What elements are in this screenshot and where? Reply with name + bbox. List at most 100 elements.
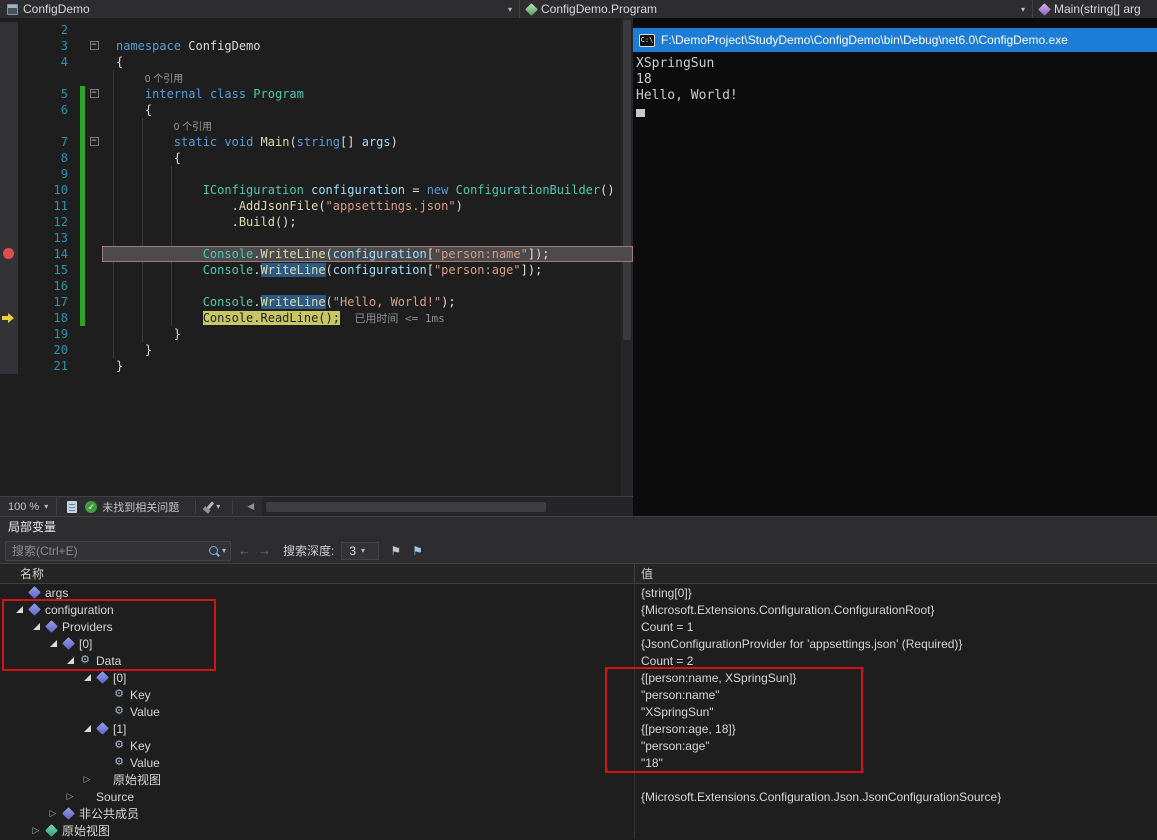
locals-row[interactable]: ▷原始视图 (0, 822, 1157, 839)
breakpoint-margin[interactable] (0, 182, 18, 198)
expander-icon[interactable]: ▷ (80, 774, 94, 785)
breakpoint-margin[interactable] (0, 102, 18, 118)
breakpoint-margin[interactable] (0, 214, 18, 230)
scrollbar-thumb[interactable] (266, 502, 546, 512)
code-text[interactable]: IConfiguration configuration = new Confi… (102, 182, 633, 198)
breakpoint-margin[interactable] (0, 54, 18, 70)
search-box[interactable]: ▾ (5, 541, 231, 561)
locals-row[interactable]: [1]{[person:age, 18]} (0, 720, 1157, 737)
chevron-down-icon[interactable]: ▾ (508, 5, 512, 14)
breakpoint-margin[interactable] (0, 38, 18, 54)
locals-row[interactable]: ProvidersCount = 1 (0, 618, 1157, 635)
collapse-icon[interactable]: − (90, 41, 99, 50)
console-titlebar[interactable]: C:\ F:\DemoProject\StudyDemo\ConfigDemo\… (633, 28, 1157, 52)
breakpoint-margin[interactable] (0, 262, 18, 278)
code-editor[interactable]: 23−namespace ConfigDemo4{0 个引用5− interna… (0, 18, 633, 516)
outlining-margin[interactable]: − (86, 38, 102, 54)
expander-icon[interactable]: ▷ (29, 825, 43, 836)
expander-icon[interactable] (80, 725, 94, 732)
breakpoint-margin[interactable] (0, 246, 18, 262)
breakpoint-margin[interactable] (0, 118, 18, 134)
code-text[interactable]: { (102, 102, 633, 118)
document-health-icon[interactable] (67, 501, 77, 513)
codelens-references[interactable]: 0 个引用 (116, 120, 212, 134)
breakpoint-icon[interactable] (3, 248, 14, 259)
outlining-margin[interactable]: − (86, 86, 102, 102)
code-text[interactable]: } (102, 342, 633, 358)
code-text[interactable]: } (102, 326, 633, 342)
locals-row[interactable]: ▷非公共成员 (0, 805, 1157, 822)
health-indicator[interactable]: ✓ 未找到相关问题 (85, 499, 189, 515)
breakpoint-margin[interactable] (0, 326, 18, 342)
breakpoint-margin[interactable] (0, 310, 18, 326)
member-dropdown[interactable]: Main(string[] arg (1033, 0, 1157, 18)
name-column-header[interactable]: 名称 (0, 565, 634, 582)
code-text[interactable]: .AddJsonFile("appsettings.json") (102, 198, 633, 214)
locals-row[interactable]: ⚙Key"person:age" (0, 737, 1157, 754)
chevron-down-icon[interactable]: ▾ (222, 546, 226, 555)
code-text[interactable] (102, 22, 633, 38)
breakpoint-margin[interactable] (0, 22, 18, 38)
breakpoint-margin[interactable] (0, 230, 18, 246)
console-output[interactable]: XSpringSun18Hello, World! (633, 52, 1157, 117)
project-dropdown[interactable]: ConfigDemo ▾ (0, 0, 520, 18)
search-previous-icon[interactable]: ← (238, 543, 251, 558)
locals-row[interactable]: configuration{Microsoft.Extensions.Confi… (0, 601, 1157, 618)
code-area[interactable]: 23−namespace ConfigDemo4{0 个引用5− interna… (0, 18, 633, 496)
breakpoint-margin[interactable] (0, 86, 18, 102)
expander-icon[interactable] (12, 606, 26, 613)
code-text[interactable] (102, 278, 633, 294)
outlining-margin[interactable]: − (86, 134, 102, 150)
locals-row[interactable]: ▷Source{Microsoft.Extensions.Configurati… (0, 788, 1157, 805)
code-text[interactable]: 0 个引用 (102, 70, 633, 86)
code-text[interactable]: { (102, 54, 633, 70)
breakpoint-margin[interactable] (0, 134, 18, 150)
code-text[interactable]: static void Main(string[] args) (102, 134, 633, 150)
watch-option-flag-icon-2[interactable]: ⚑ (412, 544, 423, 558)
locals-row[interactable]: ⚙Value"XSpringSun" (0, 703, 1157, 720)
scroll-left-icon[interactable]: ◀ (247, 501, 254, 512)
search-icon[interactable] (207, 544, 221, 558)
chevron-down-icon[interactable]: ▾ (1021, 5, 1025, 14)
locals-row[interactable]: ⚙Key"person:name" (0, 686, 1157, 703)
code-text[interactable]: Console.WriteLine("Hello, World!"); (102, 294, 633, 310)
expander-icon[interactable] (63, 657, 77, 664)
breakpoint-margin[interactable] (0, 166, 18, 182)
expander-icon[interactable]: ▷ (63, 791, 77, 802)
zoom-control[interactable]: 100 % ▾ (0, 497, 57, 516)
expander-icon[interactable]: ▷ (46, 808, 60, 819)
expander-icon[interactable] (80, 674, 94, 681)
code-text[interactable]: internal class Program (102, 86, 633, 102)
expander-icon[interactable] (29, 623, 43, 630)
watch-option-flag-icon[interactable]: ⚑ (390, 544, 401, 558)
breakpoint-margin[interactable] (0, 342, 18, 358)
collapse-icon[interactable]: − (90, 137, 99, 146)
breakpoint-margin[interactable] (0, 150, 18, 166)
code-text[interactable] (102, 166, 633, 182)
search-input[interactable] (6, 544, 207, 558)
code-text[interactable]: Console.WriteLine(configuration["person:… (102, 262, 633, 278)
breakpoint-margin[interactable] (0, 278, 18, 294)
collapse-icon[interactable]: − (90, 89, 99, 98)
locals-row[interactable]: ⚙DataCount = 2 (0, 652, 1157, 669)
horizontal-scrollbar[interactable] (262, 497, 633, 516)
breakpoint-margin[interactable] (0, 294, 18, 310)
locals-row[interactable]: args{string[0]} (0, 584, 1157, 601)
locals-row[interactable]: ▷原始视图 (0, 771, 1157, 788)
code-text[interactable]: namespace ConfigDemo (102, 38, 633, 54)
code-text[interactable]: { (102, 150, 633, 166)
breakpoint-margin[interactable] (0, 70, 18, 86)
type-dropdown[interactable]: ConfigDemo.Program ▾ (520, 0, 1033, 18)
code-text[interactable]: .Build(); (102, 214, 633, 230)
code-text[interactable]: Console.ReadLine(); 已用时间 <= 1ms (102, 310, 633, 326)
code-text[interactable]: Console.WriteLine(configuration["person:… (102, 246, 633, 262)
search-next-icon[interactable]: → (258, 543, 271, 558)
expander-icon[interactable] (46, 640, 60, 647)
locals-row[interactable]: ⚙Value"18" (0, 754, 1157, 771)
code-text[interactable]: } (102, 358, 633, 374)
locals-row[interactable]: [0]{JsonConfigurationProvider for 'appse… (0, 635, 1157, 652)
code-text[interactable]: 0 个引用 (102, 118, 633, 134)
codelens-references[interactable]: 0 个引用 (116, 72, 183, 86)
breakpoint-margin[interactable] (0, 358, 18, 374)
search-depth-select[interactable]: 3 ▾ (341, 542, 379, 560)
